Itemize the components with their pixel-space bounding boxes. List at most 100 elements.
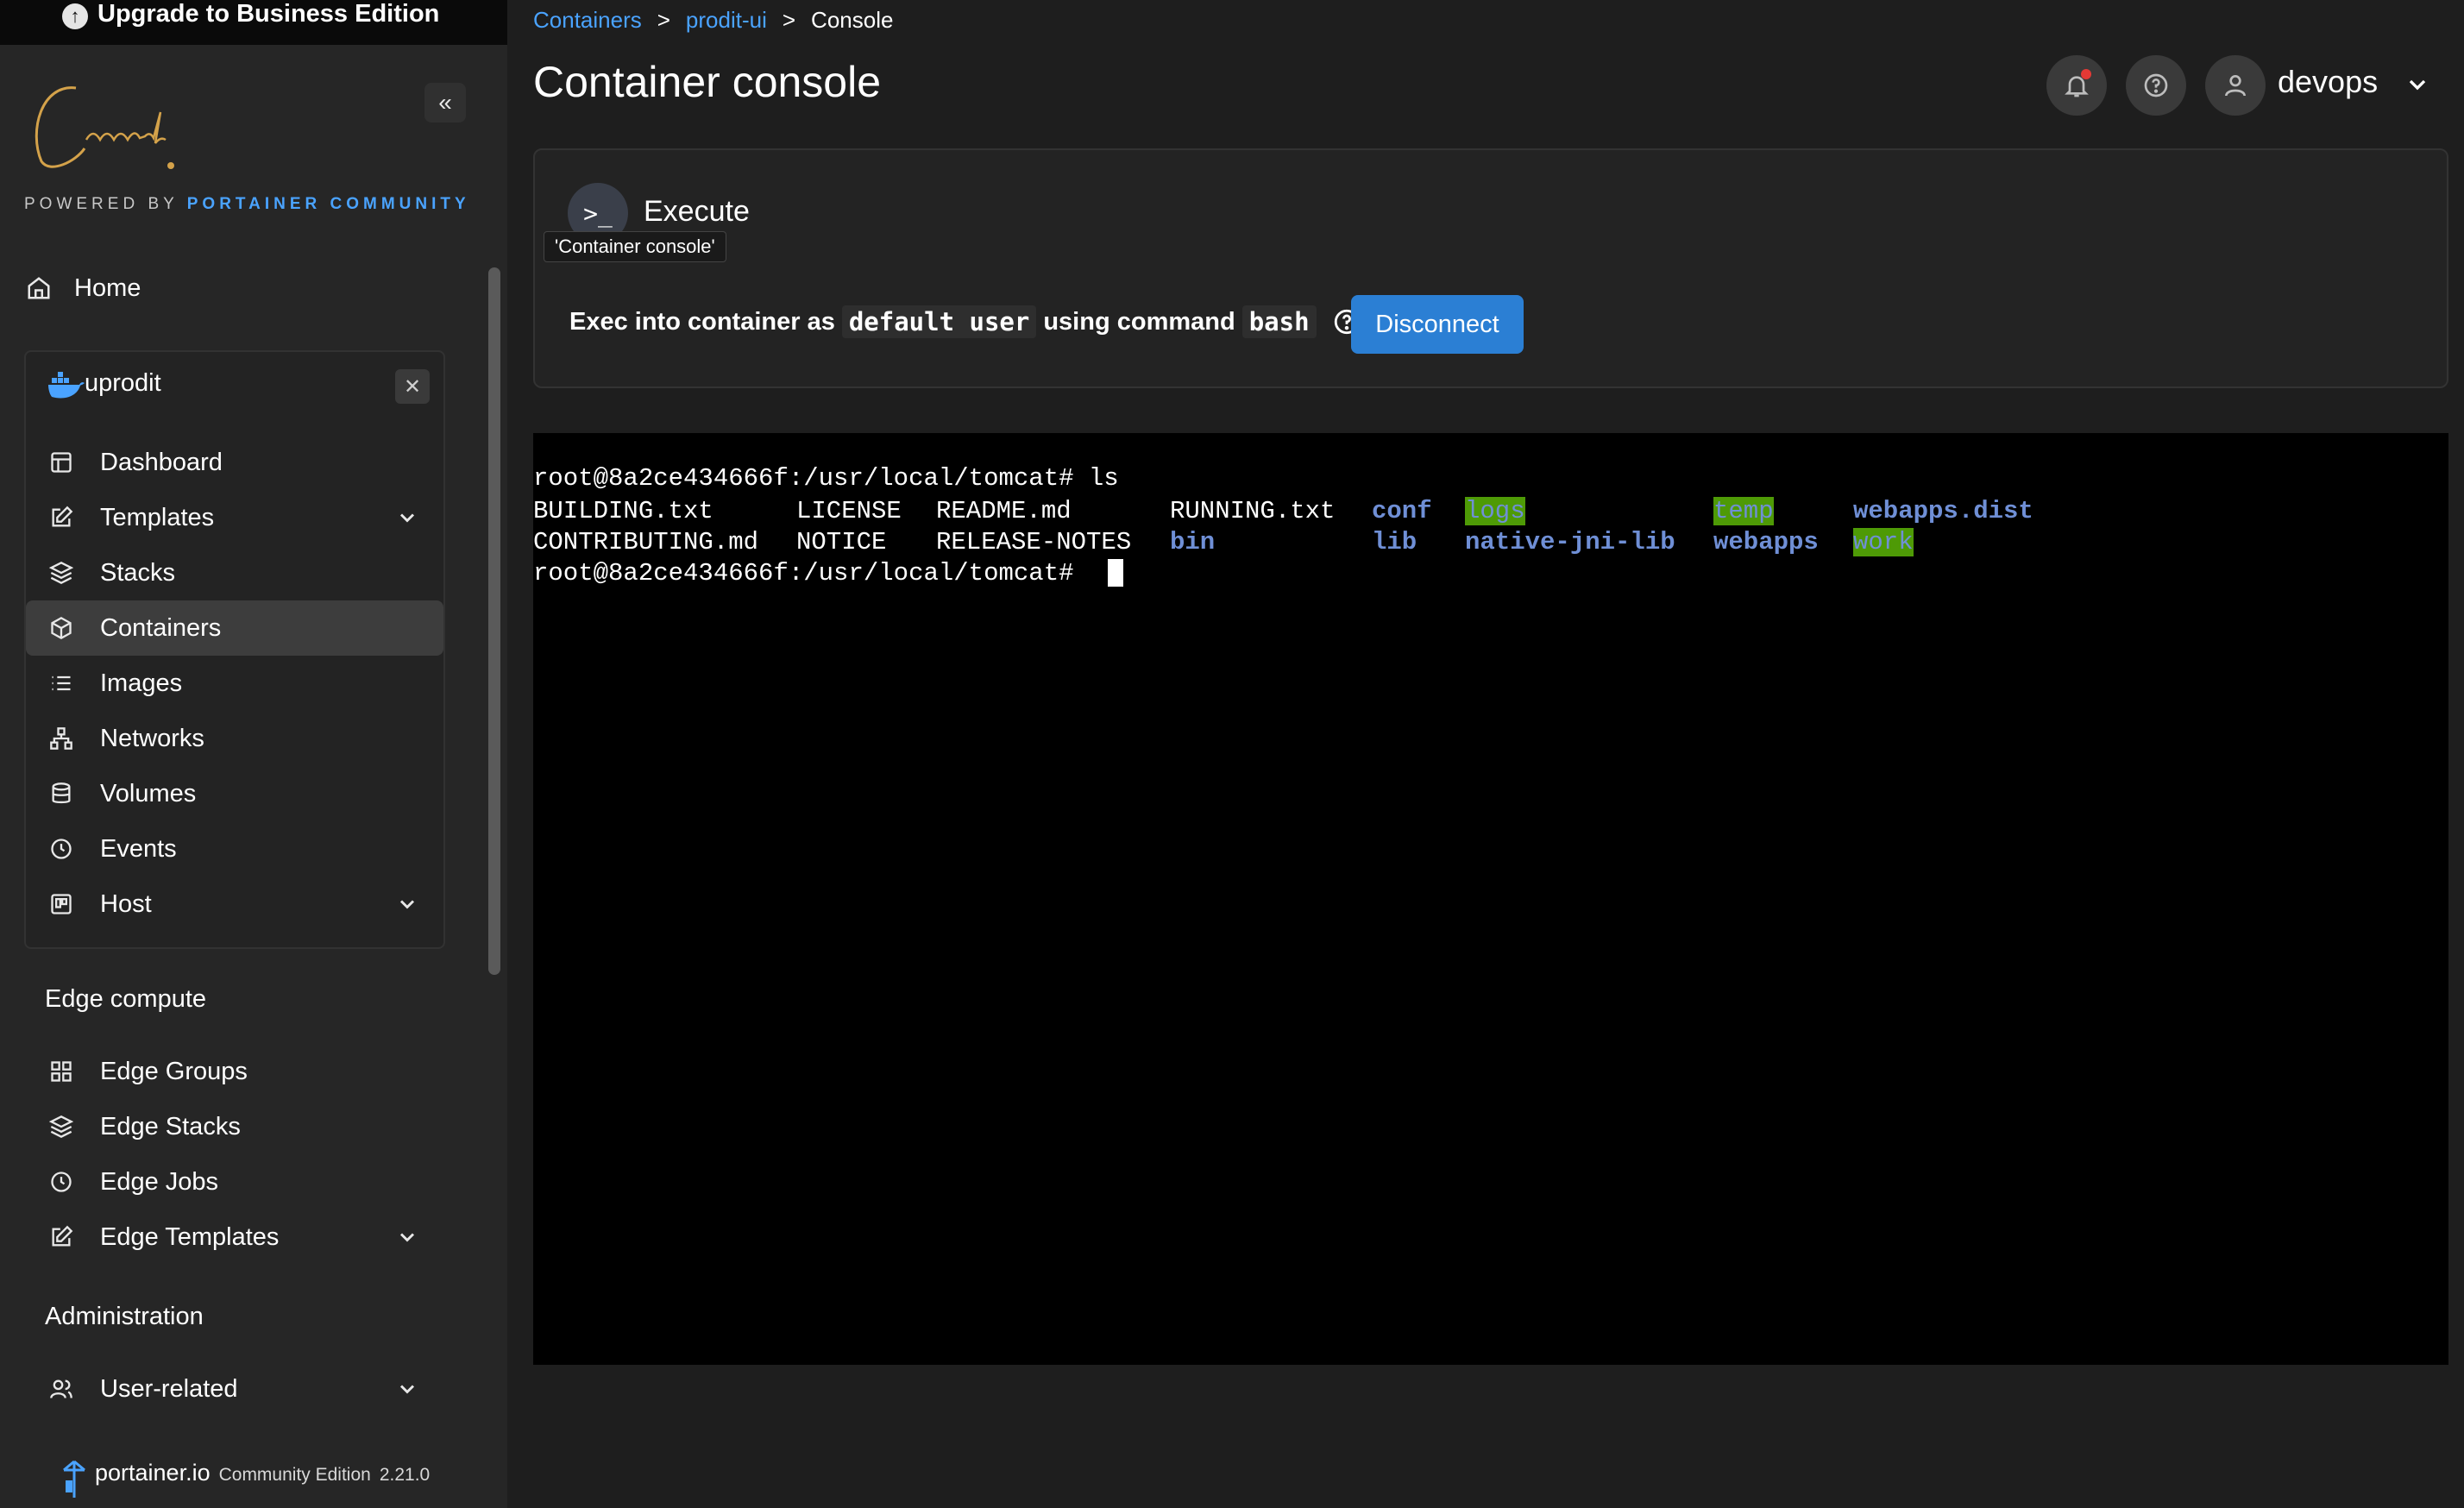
- upgrade-label: Upgrade to Business Edition: [97, 0, 440, 28]
- edit-icon: [48, 505, 74, 531]
- host-icon: [48, 891, 74, 917]
- sidebar-item-volumes[interactable]: Volumes: [26, 766, 443, 821]
- footer-version: 2.21.0: [379, 1465, 431, 1485]
- terminal[interactable]: root@8a2ce434666f:/usr/local/tomcat# ls …: [533, 433, 2448, 1365]
- box-icon: [48, 615, 74, 641]
- terminal-dir: native-jni-lib: [1465, 528, 1675, 556]
- clock-icon: [48, 1169, 74, 1195]
- terminal-dir-highlighted: temp: [1713, 497, 1774, 525]
- network-icon: [48, 726, 74, 751]
- sidebar-item-label: Templates: [100, 503, 215, 531]
- sidebar-item-label: Images: [100, 669, 183, 697]
- sidebar-item-label: Home: [74, 273, 141, 302]
- sidebar-item-label: Stacks: [100, 558, 176, 587]
- terminal-prompt-line: root@8a2ce434666f:/usr/local/tomcat# ls: [533, 464, 1119, 493]
- arrow-up-circle-icon: ↑: [62, 3, 88, 29]
- disconnect-button[interactable]: Disconnect: [1351, 295, 1524, 354]
- sidebar-item-user-related[interactable]: User-related: [26, 1361, 443, 1417]
- sidebar-item-label: User-related: [100, 1374, 238, 1403]
- home-icon: [26, 275, 52, 301]
- edit-icon: [48, 1224, 74, 1250]
- sidebar-item-label: Edge Groups: [100, 1057, 248, 1085]
- administration-heading: Administration: [45, 1303, 204, 1330]
- help-button[interactable]: [2126, 55, 2186, 116]
- sidebar-item-label: Networks: [100, 724, 204, 752]
- sidebar-item-label: Events: [100, 834, 177, 863]
- help-circle-icon: [2144, 73, 2168, 97]
- exec-description: Exec into container as default user usin…: [569, 305, 1361, 338]
- sidebar-scrollbar[interactable]: [488, 267, 500, 975]
- terminal-prompt-line: root@8a2ce434666f:/usr/local/tomcat#: [533, 559, 1089, 587]
- breadcrumb-containers[interactable]: Containers: [533, 7, 642, 34]
- sidebar-item-images[interactable]: Images: [26, 656, 443, 711]
- terminal-file: RUNNING.txt: [1170, 497, 1336, 525]
- sidebar-item-stacks[interactable]: Stacks: [26, 545, 443, 600]
- breadcrumb-separator: >: [782, 7, 796, 33]
- exec-user: default user: [841, 305, 1037, 338]
- chevron-down-icon: [399, 900, 415, 909]
- environment-name: uprodit: [85, 369, 161, 397]
- sidebar-item-dashboard[interactable]: Dashboard: [26, 435, 443, 490]
- notification-dot: [2081, 69, 2091, 79]
- chevron-down-icon[interactable]: [2404, 71, 2431, 98]
- terminal-file: README.md: [936, 497, 1072, 525]
- sidebar-item-containers[interactable]: Containers: [26, 600, 443, 656]
- page-title: Container console: [533, 58, 882, 106]
- notifications-button[interactable]: [2046, 55, 2107, 116]
- exec-middle: using command: [1043, 307, 1235, 336]
- exec-command: bash: [1241, 305, 1317, 338]
- powered-prefix: POWERED BY: [24, 195, 179, 213]
- sidebar-item-label: Edge Stacks: [100, 1112, 241, 1140]
- close-environment-button[interactable]: ✕: [395, 369, 430, 404]
- chevron-down-icon: [399, 513, 415, 523]
- upgrade-banner[interactable]: ↑ Upgrade to Business Edition: [0, 0, 507, 45]
- terminal-file: NOTICE: [796, 528, 887, 556]
- sidebar-item-label: Host: [100, 889, 152, 918]
- sidebar-item-events[interactable]: Events: [26, 821, 443, 877]
- sidebar-item-host[interactable]: Host: [26, 877, 443, 932]
- terminal-dir: webapps.dist: [1853, 497, 2033, 525]
- chevron-down-icon: [399, 1385, 415, 1394]
- database-icon: [48, 781, 74, 807]
- sidebar-item-edge-stacks[interactable]: Edge Stacks: [26, 1099, 443, 1154]
- footer-edition: Community Edition: [218, 1465, 371, 1485]
- sidebar-footer: portainer.io Community Edition 2.21.0: [59, 1460, 430, 1486]
- breadcrumb-current: Console: [811, 7, 894, 33]
- terminal-dir: webapps: [1713, 528, 1819, 556]
- sidebar-item-networks[interactable]: Networks: [26, 711, 443, 766]
- sidebar: ↑ Upgrade to Business Edition « POWERED …: [0, 0, 507, 1508]
- terminal-file: LICENSE: [796, 497, 902, 525]
- sidebar-item-edge-templates[interactable]: Edge Templates: [26, 1210, 443, 1265]
- collapse-sidebar-button[interactable]: «: [424, 83, 466, 123]
- terminal-dir: lib: [1372, 528, 1417, 556]
- terminal-file: BUILDING.txt: [533, 497, 713, 525]
- dashboard-icon: [48, 449, 74, 475]
- breadcrumb-separator: >: [657, 7, 670, 33]
- footer-brand: portainer.io: [95, 1460, 211, 1486]
- terminal-cursor: [1108, 559, 1123, 587]
- execute-title: Execute: [644, 195, 750, 228]
- clock-icon: [48, 836, 74, 862]
- terminal-dir-highlighted: logs: [1465, 497, 1525, 525]
- sidebar-item-edge-groups[interactable]: Edge Groups: [26, 1044, 443, 1099]
- breadcrumb-container[interactable]: prodit-ui: [686, 7, 767, 34]
- user-name[interactable]: devops: [2278, 64, 2378, 100]
- terminal-file: CONTRIBUTING.md: [533, 528, 759, 556]
- sidebar-item-edge-jobs[interactable]: Edge Jobs: [26, 1154, 443, 1210]
- sidebar-item-label: Edge Jobs: [100, 1167, 219, 1196]
- sidebar-item-templates[interactable]: Templates: [26, 490, 443, 545]
- chevron-down-icon: [399, 1233, 415, 1242]
- sidebar-item-home[interactable]: Home: [26, 262, 141, 314]
- layers-icon: [48, 1114, 74, 1140]
- powered-brand: PORTAINER COMMUNITY: [186, 195, 470, 213]
- user-avatar[interactable]: [2205, 55, 2266, 116]
- powered-by: POWERED BY PORTAINER COMMUNITY: [24, 195, 470, 214]
- terminal-dir: bin: [1170, 528, 1216, 556]
- docker-icon: [48, 372, 85, 399]
- sidebar-item-label: Edge Templates: [100, 1222, 280, 1251]
- comwork-logo: [35, 86, 174, 169]
- tooltip: 'Container console': [544, 231, 726, 262]
- sidebar-item-label: Volumes: [100, 779, 197, 807]
- breadcrumb: Containers > prodit-ui > Console: [533, 7, 893, 34]
- terminal-dir: conf: [1372, 497, 1432, 525]
